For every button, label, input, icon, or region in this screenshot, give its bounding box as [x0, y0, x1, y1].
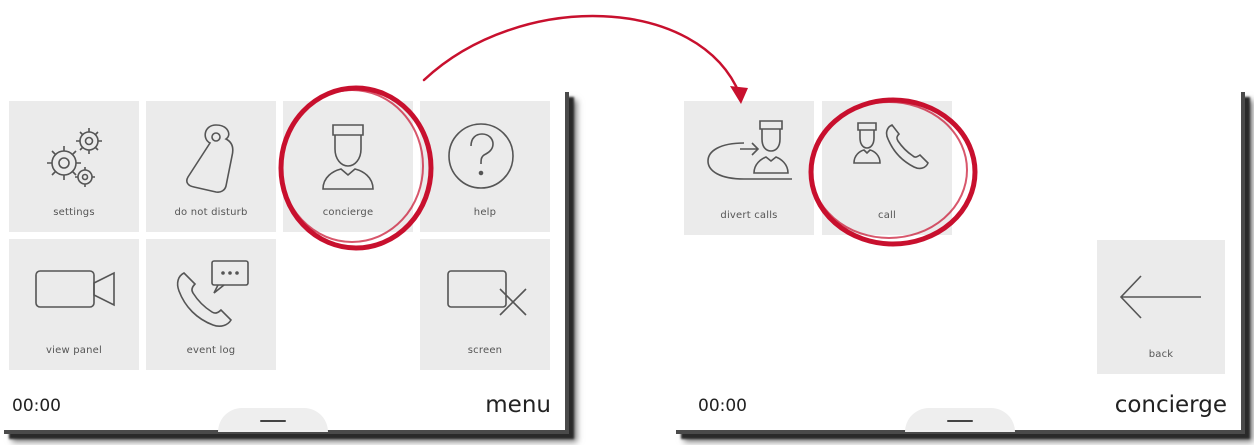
screen-title: concierge — [1114, 392, 1227, 418]
settings-label: settings — [53, 207, 95, 218]
clock: 00:00 — [698, 396, 747, 416]
do-not-disturb-label: do not disturb — [174, 207, 248, 218]
divert-calls-tile[interactable]: divert calls — [684, 101, 814, 235]
screen-tile[interactable]: screen — [420, 239, 550, 370]
call-tile[interactable]: call — [822, 101, 952, 235]
event-log-label: event log — [186, 345, 236, 356]
flow-arrow — [422, 14, 742, 97]
help-tile[interactable]: help — [420, 101, 550, 232]
view-panel-label: view panel — [46, 345, 102, 356]
concierge-label: concierge — [322, 207, 374, 218]
event-log-tile[interactable]: event log — [146, 239, 276, 370]
back-tile[interactable]: back — [1097, 240, 1225, 374]
view-panel-tile[interactable]: view panel — [9, 239, 139, 370]
screen-label: screen — [467, 345, 503, 356]
pull-up-handle[interactable] — [218, 408, 328, 432]
help-label: help — [473, 207, 497, 218]
screen-title: menu — [485, 392, 551, 418]
pull-up-handle[interactable] — [905, 408, 1015, 432]
divert-calls-label: divert calls — [720, 210, 778, 221]
concierge-tile[interactable]: concierge — [283, 101, 413, 232]
menu-screen: settings do not disturb concierge help v… — [0, 88, 565, 432]
settings-tile[interactable]: settings — [9, 101, 139, 232]
call-label: call — [878, 210, 896, 221]
clock: 00:00 — [12, 396, 61, 416]
do-not-disturb-tile[interactable]: do not disturb — [146, 101, 276, 232]
concierge-screen: divert calls call back 00:00 concierge — [672, 88, 1241, 432]
back-label: back — [1148, 349, 1174, 360]
